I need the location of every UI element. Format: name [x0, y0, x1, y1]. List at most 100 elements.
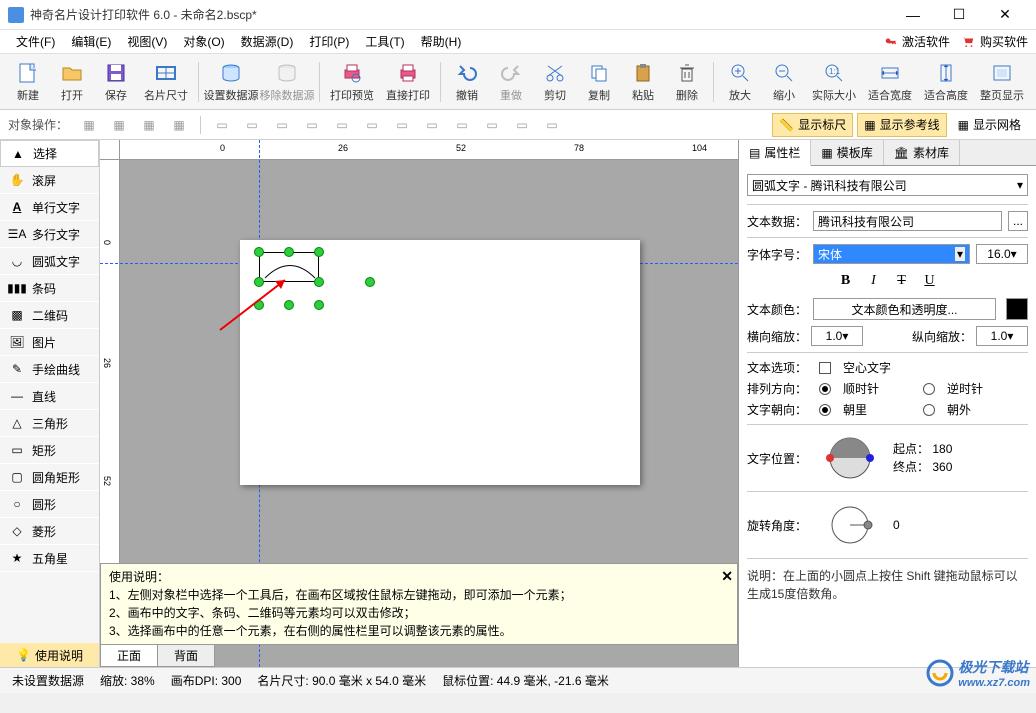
resize-handle[interactable] — [254, 247, 264, 257]
orient-in-radio[interactable] — [819, 404, 831, 416]
print-preview-button[interactable]: 打印预览 — [324, 57, 380, 107]
tab-back[interactable]: 背面 — [157, 644, 215, 667]
resize-handle[interactable] — [284, 247, 294, 257]
fit-height-button[interactable]: 适合高度 — [918, 57, 974, 107]
tool-diamond[interactable]: ◇菱形 — [0, 518, 99, 545]
vscale-input[interactable]: 1.0 ▾ — [976, 326, 1028, 346]
buy-link[interactable]: 购买软件 — [960, 33, 1028, 50]
text-data-more[interactable]: ... — [1008, 211, 1028, 231]
undo-button[interactable]: 撤销 — [445, 57, 489, 107]
help-button[interactable]: 💡使用说明 — [0, 643, 99, 667]
orient-out-radio[interactable] — [923, 404, 935, 416]
color-button[interactable]: 文本颜色和透明度... — [813, 298, 996, 320]
delete-button[interactable]: 删除 — [665, 57, 709, 107]
align-btn-9[interactable]: ▭ — [449, 114, 475, 136]
menu-tools[interactable]: 工具(T) — [357, 33, 412, 50]
fit-page-button[interactable]: 整页显示 — [974, 57, 1030, 107]
color-swatch[interactable] — [1006, 298, 1028, 320]
actual-size-button[interactable]: 1:1实际大小 — [806, 57, 862, 107]
align-btn-10[interactable]: ▭ — [479, 114, 505, 136]
layer-btn-2[interactable]: ▦ — [106, 114, 132, 136]
tool-star[interactable]: ★五角星 — [0, 545, 99, 572]
close-button[interactable]: ✕ — [982, 0, 1028, 30]
bold-button[interactable]: B — [832, 270, 860, 292]
tool-qrcode[interactable]: ▩二维码 — [0, 302, 99, 329]
tab-properties[interactable]: ▤属性栏 — [739, 140, 811, 166]
align-btn-7[interactable]: ▭ — [389, 114, 415, 136]
open-button[interactable]: 打开 — [50, 57, 94, 107]
menu-object[interactable]: 对象(O) — [175, 33, 232, 50]
dir-ccw-radio[interactable] — [923, 383, 935, 395]
tool-freehand[interactable]: ✎手绘曲线 — [0, 356, 99, 383]
menu-print[interactable]: 打印(P) — [301, 33, 357, 50]
resize-handle[interactable] — [314, 277, 324, 287]
align-btn-8[interactable]: ▭ — [419, 114, 445, 136]
tool-pan[interactable]: ✋滚屏 — [0, 167, 99, 194]
menu-file[interactable]: 文件(F) — [8, 33, 63, 50]
rotation-widget[interactable] — [815, 500, 885, 550]
object-selector[interactable]: 圆弧文字 - 腾讯科技有限公司 — [747, 174, 1028, 196]
tool-line[interactable]: —直线 — [0, 383, 99, 410]
activate-link[interactable]: 激活软件 — [884, 33, 950, 50]
tab-templates[interactable]: ▦模板库 — [811, 140, 883, 165]
tool-roundrect[interactable]: ▢圆角矩形 — [0, 464, 99, 491]
cut-button[interactable]: 剪切 — [533, 57, 577, 107]
menu-datasource[interactable]: 数据源(D) — [233, 33, 302, 50]
tool-barcode[interactable]: ▮▮▮条码 — [0, 275, 99, 302]
tool-image[interactable]: 🖼图片 — [0, 329, 99, 356]
resize-handle[interactable] — [314, 247, 324, 257]
text-data-value[interactable]: 腾讯科技有限公司 — [813, 211, 1002, 231]
font-combo[interactable]: 宋体 — [813, 244, 970, 264]
align-btn-5[interactable]: ▭ — [329, 114, 355, 136]
tool-select[interactable]: ▲选择 — [0, 140, 99, 167]
menu-view[interactable]: 视图(V) — [119, 33, 175, 50]
align-btn-1[interactable]: ▭ — [209, 114, 235, 136]
hscale-input[interactable]: 1.0 ▾ — [811, 326, 863, 346]
align-btn-12[interactable]: ▭ — [539, 114, 565, 136]
align-btn-2[interactable]: ▭ — [239, 114, 265, 136]
redo-button[interactable]: 重做 — [489, 57, 533, 107]
minimize-button[interactable]: — — [890, 0, 936, 30]
align-btn-11[interactable]: ▭ — [509, 114, 535, 136]
set-datasource-button[interactable]: 设置数据源 — [203, 57, 259, 107]
tool-single-text[interactable]: A单行文字 — [0, 194, 99, 221]
toggle-ruler[interactable]: 📏显示标尺 — [772, 113, 853, 137]
tool-triangle[interactable]: △三角形 — [0, 410, 99, 437]
tab-assets[interactable]: 🏛素材库 — [884, 140, 960, 165]
print-button[interactable]: 直接打印 — [380, 57, 436, 107]
paste-button[interactable]: 粘贴 — [621, 57, 665, 107]
font-size-combo[interactable]: 16.0 ▾ — [976, 244, 1028, 264]
layer-btn-3[interactable]: ▦ — [136, 114, 162, 136]
layer-btn-4[interactable]: ▦ — [166, 114, 192, 136]
fit-width-button[interactable]: 适合宽度 — [862, 57, 918, 107]
copy-button[interactable]: 复制 — [577, 57, 621, 107]
tool-circle[interactable]: ○圆形 — [0, 491, 99, 518]
strikethrough-button[interactable]: T — [888, 270, 916, 292]
toggle-grid[interactable]: ▦显示网格 — [951, 113, 1028, 137]
rotate-handle[interactable] — [365, 277, 375, 287]
resize-handle[interactable] — [314, 300, 324, 310]
align-btn-6[interactable]: ▭ — [359, 114, 385, 136]
tool-multi-text[interactable]: ☰A多行文字 — [0, 221, 99, 248]
align-btn-3[interactable]: ▭ — [269, 114, 295, 136]
zoom-in-button[interactable]: 放大 — [718, 57, 762, 107]
italic-button[interactable]: I — [860, 270, 888, 292]
new-button[interactable]: 新建 — [6, 57, 50, 107]
tool-rect[interactable]: ▭矩形 — [0, 437, 99, 464]
menu-edit[interactable]: 编辑(E) — [63, 33, 119, 50]
card-size-button[interactable]: 名片尺寸 — [138, 57, 194, 107]
menu-help[interactable]: 帮助(H) — [413, 33, 470, 50]
save-button[interactable]: 保存 — [94, 57, 138, 107]
tab-front[interactable]: 正面 — [100, 644, 158, 667]
help-close-button[interactable]: ✕ — [721, 566, 733, 587]
underline-button[interactable]: U — [916, 270, 944, 292]
toggle-guides[interactable]: ▦显示参考线 — [857, 113, 946, 137]
remove-datasource-button[interactable]: 移除数据源 — [259, 57, 315, 107]
align-btn-4[interactable]: ▭ — [299, 114, 325, 136]
tool-arc-text[interactable]: ◡圆弧文字 — [0, 248, 99, 275]
zoom-out-button[interactable]: 缩小 — [762, 57, 806, 107]
arc-position-widget[interactable] — [815, 433, 885, 483]
layer-btn-1[interactable]: ▦ — [76, 114, 102, 136]
hollow-checkbox[interactable] — [819, 362, 831, 374]
canvas-area[interactable]: 0 26 52 78 104 0 26 52 腾讯科技 正面 — [100, 140, 738, 667]
